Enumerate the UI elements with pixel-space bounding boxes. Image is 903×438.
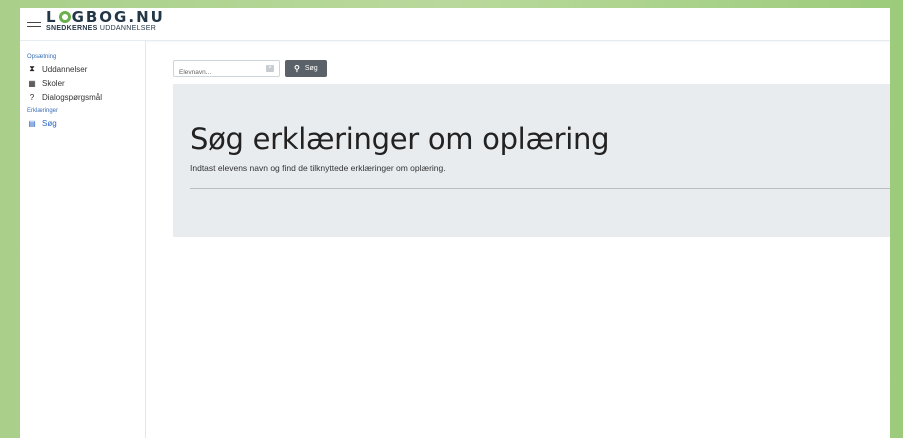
clear-icon[interactable]: × — [266, 65, 274, 72]
sidebar-item-label: Søg — [42, 118, 57, 128]
top-bar: L GBOG.NU SNEDKERNES UDDANNELSER — [20, 8, 890, 41]
graduation-cap-icon: ⧗ — [29, 64, 35, 73]
search-box: × — [173, 60, 280, 80]
sidebar-section-setup: Opsætning — [27, 54, 57, 60]
sidebar-item-label: Dialogspørgsmål — [42, 92, 103, 102]
school-icon: ▦ — [28, 78, 36, 88]
sidebar-item-dialogspoergsmaal[interactable]: ? Dialogspørgsmål — [20, 91, 145, 103]
search-icon: ⚲ — [294, 64, 300, 73]
logo-wordmark: L GBOG.NU — [46, 8, 165, 26]
sidebar-item-label: Uddannelser — [42, 64, 88, 74]
logo[interactable]: L GBOG.NU SNEDKERNES UDDANNELSER — [46, 8, 165, 32]
sidebar-item-uddannelser[interactable]: ⧗ Uddannelser — [20, 63, 145, 75]
search-row: × ⚲ Søg — [173, 60, 327, 80]
sidebar-item-skoler[interactable]: ▦ Skoler — [20, 77, 145, 89]
search-area: × ⚲ Søg — [173, 60, 327, 80]
search-button[interactable]: ⚲ Søg — [285, 60, 327, 77]
sidebar: Opsætning ⧗ Uddannelser ▦ Skoler ? Dialo… — [20, 41, 146, 438]
logo-o-icon — [58, 11, 71, 23]
divider — [190, 188, 890, 189]
search-button-label: Søg — [304, 65, 318, 72]
logo-tagline: SNEDKERNES UDDANNELSER — [46, 25, 157, 32]
question-icon: ? — [29, 92, 35, 102]
app-window: L GBOG.NU SNEDKERNES UDDANNELSER Opsætnin… — [20, 8, 890, 438]
page-subtitle: Indtast elevens navn og find de tilknytt… — [190, 163, 446, 173]
sidebar-section-declarations: Erklæringer — [27, 108, 59, 114]
document-icon: ▤ — [28, 118, 36, 128]
page-title: Søg erklæringer om oplæring — [190, 122, 610, 156]
intro-panel: Søg erklæringer om oplæring Indtast elev… — [173, 84, 890, 237]
hamburger-menu-icon[interactable] — [27, 22, 41, 30]
sidebar-item-soeg[interactable]: ▤ Søg — [20, 117, 145, 129]
search-input[interactable] — [174, 65, 259, 80]
sidebar-item-label: Skoler — [42, 78, 65, 88]
